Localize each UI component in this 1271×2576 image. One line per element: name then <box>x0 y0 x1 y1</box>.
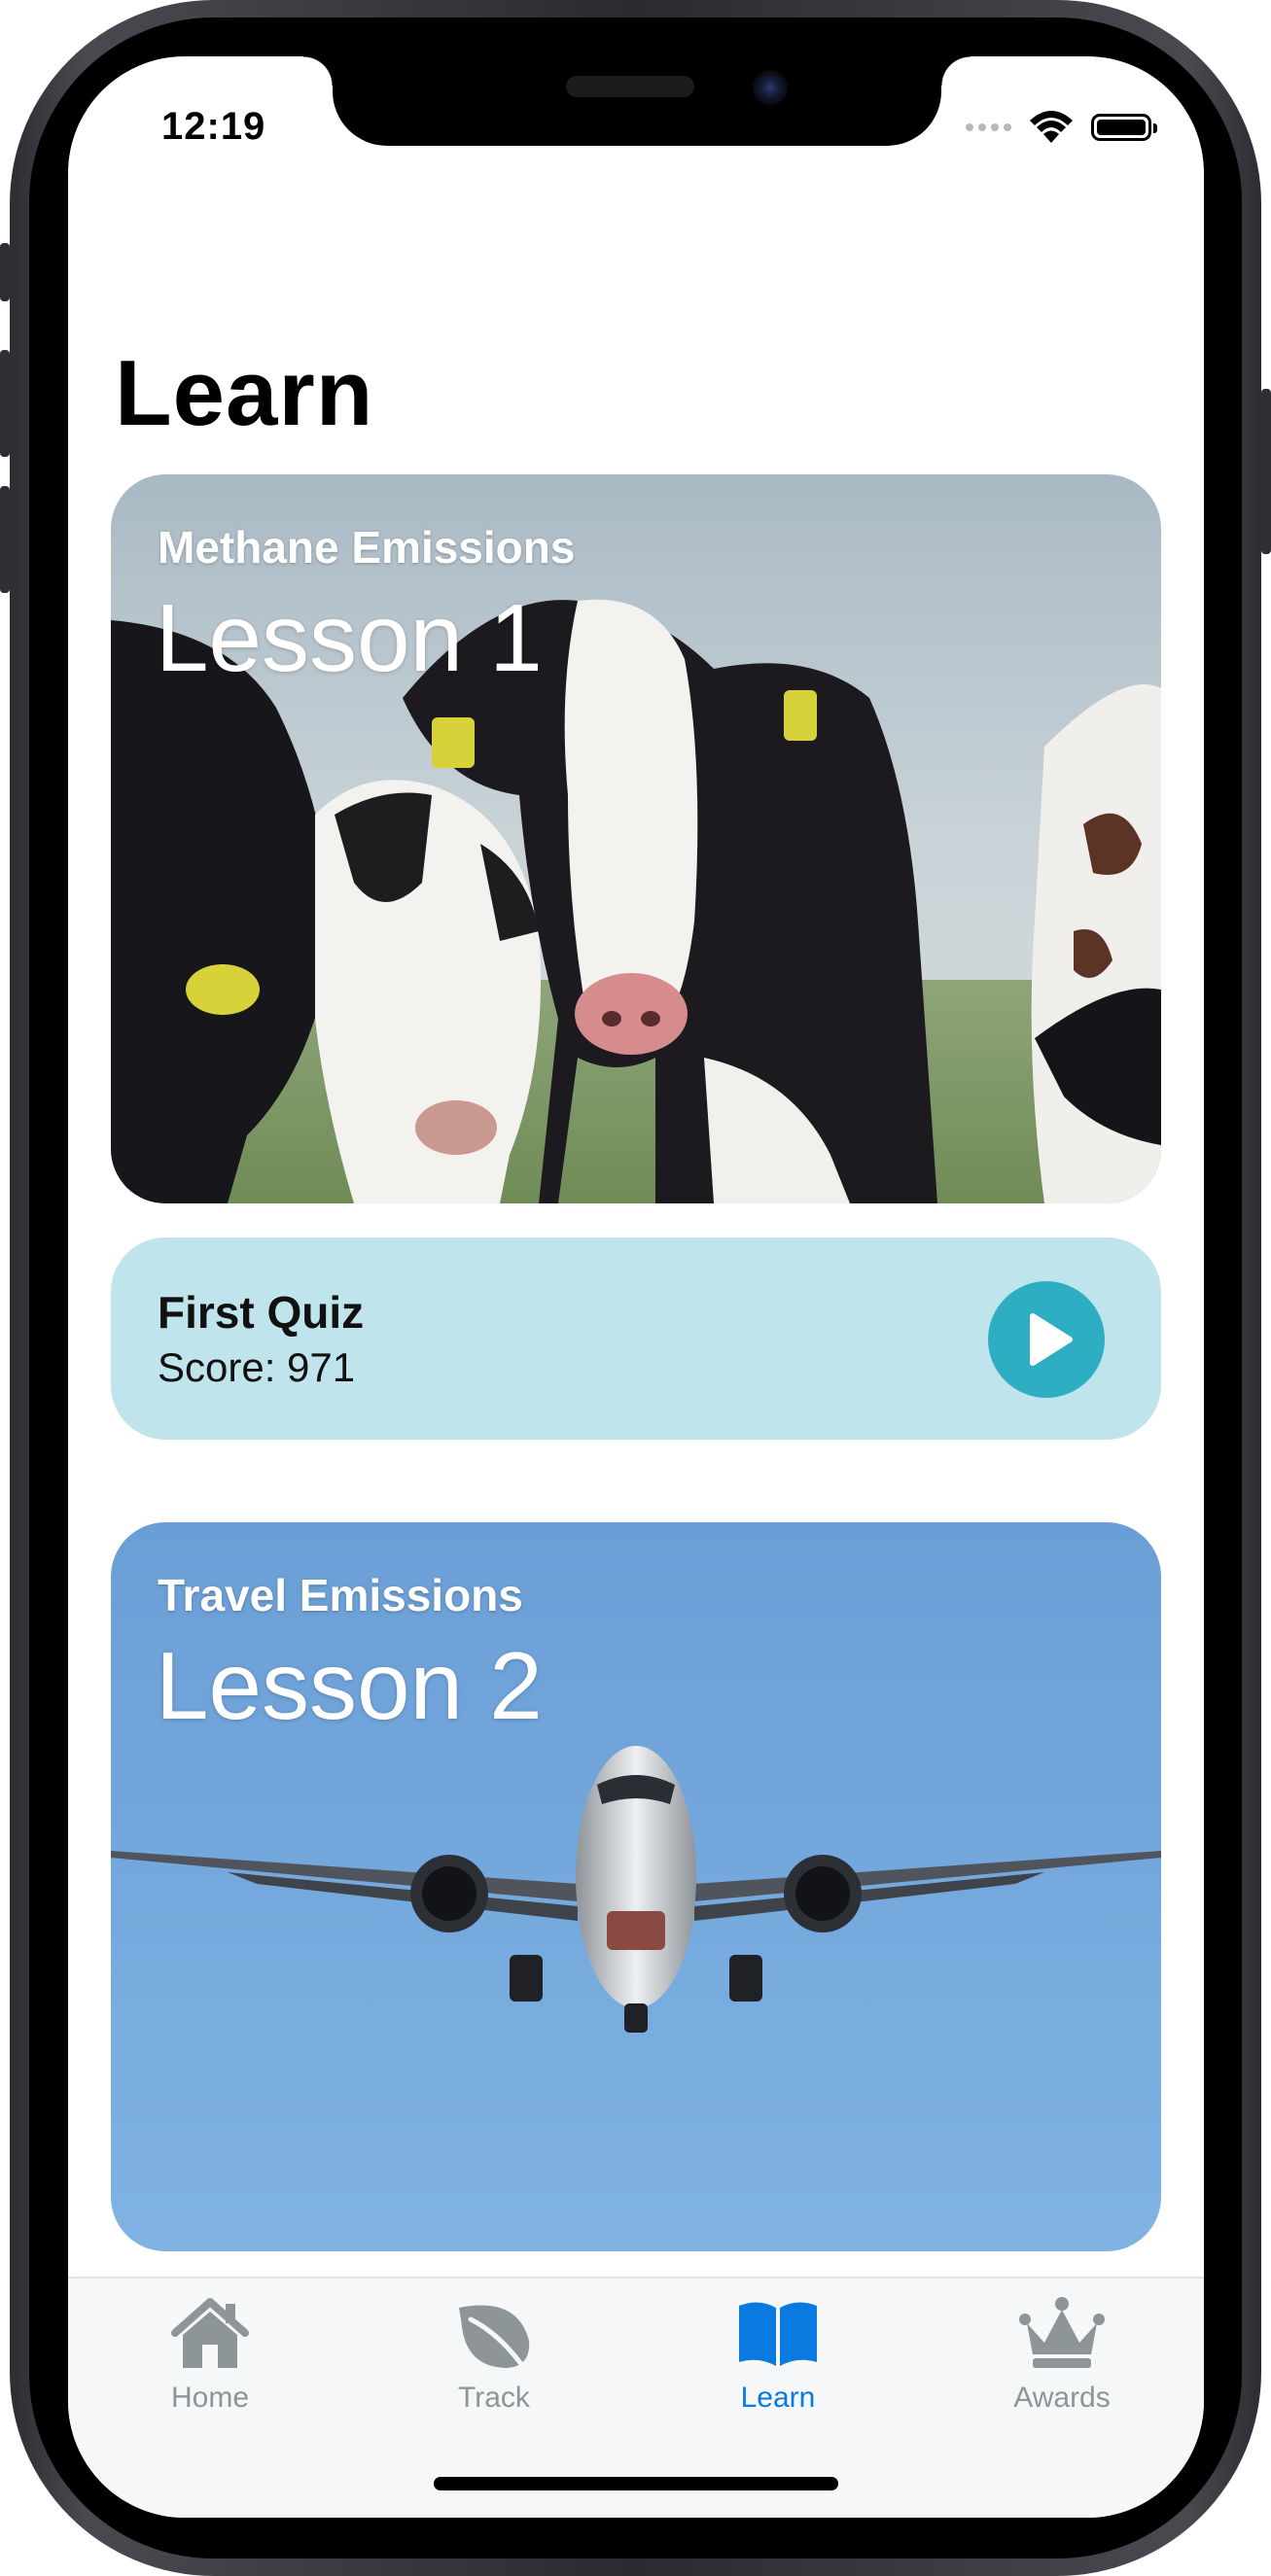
lesson-card-1[interactable]: Methane Emissions Lesson 1 <box>111 474 1161 1203</box>
tab-learn[interactable]: Learn <box>681 2294 875 2430</box>
home-indicator[interactable] <box>434 2477 838 2490</box>
tab-label: Learn <box>740 2382 816 2414</box>
leaf-icon <box>459 2305 530 2368</box>
quiz-score: Score: 971 <box>158 1344 356 1390</box>
notch <box>303 56 971 146</box>
quiz-card[interactable]: First Quiz Score: 971 <box>111 1237 1161 1440</box>
volume-up-button <box>0 350 10 457</box>
battery-icon <box>1091 114 1157 141</box>
crown-icon <box>1019 2297 1105 2368</box>
page-title: Learn <box>115 341 374 445</box>
lesson-title: Lesson 1 <box>156 584 543 691</box>
lesson-title: Lesson 2 <box>156 1632 543 1739</box>
silent-switch <box>0 243 10 301</box>
wifi-icon <box>1030 111 1073 143</box>
tab-track[interactable]: Track <box>397 2294 591 2430</box>
status-time: 12:19 <box>161 105 266 148</box>
status-icons <box>966 111 1157 144</box>
cellular-signal-icon <box>966 123 1011 131</box>
phone-screen: 12:19 Learn Methane Emissions Lesson 1 F… <box>68 56 1204 2518</box>
play-icon <box>1030 1313 1073 1366</box>
tab-label: Home <box>170 2382 250 2414</box>
tab-label: Track <box>458 2382 530 2414</box>
tab-home[interactable]: Home <box>113 2294 307 2430</box>
lesson-subtitle: Travel Emissions <box>158 1570 523 1620</box>
tab-label: Awards <box>1013 2382 1111 2414</box>
house-icon <box>171 2298 249 2368</box>
tab-awards[interactable]: Awards <box>965 2294 1159 2430</box>
lesson-card-2[interactable]: Travel Emissions Lesson 2 <box>111 1522 1161 2251</box>
front-camera <box>753 70 788 105</box>
power-button <box>1261 389 1271 554</box>
play-button[interactable] <box>988 1281 1105 1398</box>
lesson-subtitle: Methane Emissions <box>158 522 576 573</box>
quiz-title: First Quiz <box>158 1287 365 1338</box>
book-icon <box>739 2302 817 2366</box>
volume-down-button <box>0 486 10 593</box>
speaker-grille <box>566 76 694 97</box>
